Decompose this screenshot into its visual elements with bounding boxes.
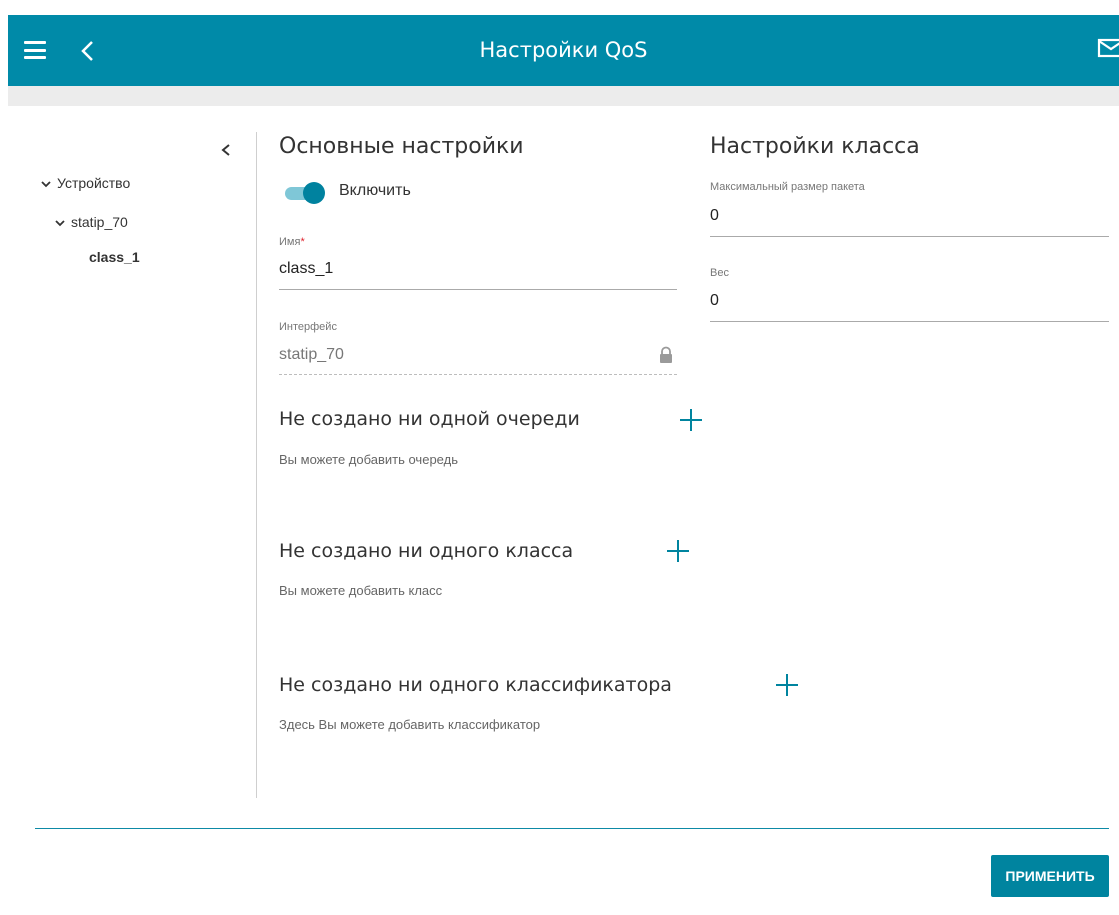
add-class-plus-icon[interactable] bbox=[667, 540, 689, 562]
tree-item-label: class_1 bbox=[89, 249, 140, 265]
weight-label: Вес bbox=[710, 267, 729, 279]
max-packet-input[interactable]: 0 bbox=[710, 207, 719, 225]
chevron-down-icon bbox=[55, 220, 65, 227]
max-packet-underline bbox=[710, 236, 1109, 237]
add-classifier-plus-icon[interactable] bbox=[776, 674, 798, 696]
tree-item-statip-70[interactable]: statip_70 bbox=[55, 214, 128, 230]
sidebar-divider bbox=[256, 132, 257, 798]
queues-empty-subtitle: Вы можете добавить очередь bbox=[279, 452, 458, 467]
queues-empty-title: Не создано ни одной очереди bbox=[279, 408, 580, 430]
add-queue-plus-icon[interactable] bbox=[680, 409, 702, 431]
tree-item-label: Устройство bbox=[57, 175, 131, 191]
sub-bar bbox=[8, 86, 1119, 106]
tree-item-label: statip_70 bbox=[71, 214, 128, 230]
top-bar: Настройки QoS bbox=[8, 15, 1119, 86]
classifiers-empty-subtitle: Здесь Вы можете добавить классификатор bbox=[279, 717, 541, 732]
enable-toggle[interactable] bbox=[283, 180, 325, 204]
page-title: Настройки QoS bbox=[479, 38, 648, 62]
tree-item-class-1[interactable]: class_1 bbox=[89, 249, 140, 265]
class-settings-title: Настройки класса bbox=[710, 134, 920, 159]
required-mark: * bbox=[300, 236, 305, 248]
chevron-down-icon bbox=[41, 181, 51, 188]
footer-divider bbox=[35, 828, 1109, 829]
name-input-underline bbox=[279, 289, 677, 290]
name-field-label: Имя* bbox=[279, 236, 305, 248]
enable-label: Включить bbox=[339, 182, 411, 199]
weight-input[interactable]: 0 bbox=[710, 292, 719, 310]
interface-input-underline bbox=[279, 374, 677, 375]
name-input[interactable]: class_1 bbox=[279, 260, 333, 278]
interface-input: statip_70 bbox=[279, 346, 344, 363]
tree-item-device[interactable]: Устройство bbox=[41, 175, 130, 191]
content-area: Устройство statip_70 class_1 Основные на… bbox=[8, 106, 1119, 915]
classes-empty-title: Не создано ни одного класса bbox=[279, 540, 574, 562]
envelope-icon[interactable] bbox=[1097, 37, 1119, 61]
interface-field-label: Интерфейс bbox=[279, 321, 337, 333]
max-packet-label: Максимальный размер пакета bbox=[710, 181, 865, 193]
classes-empty-subtitle: Вы можете добавить класс bbox=[279, 583, 443, 598]
name-label-text: Имя bbox=[279, 236, 301, 248]
weight-underline bbox=[710, 321, 1109, 322]
collapse-sidebar-icon[interactable] bbox=[219, 142, 233, 158]
apply-button[interactable]: ПРИМЕНИТЬ bbox=[991, 855, 1109, 897]
main-settings-title: Основные настройки bbox=[279, 134, 524, 159]
classifiers-empty-title: Не создано ни одного классификатора bbox=[279, 674, 672, 696]
lock-icon bbox=[658, 346, 674, 364]
